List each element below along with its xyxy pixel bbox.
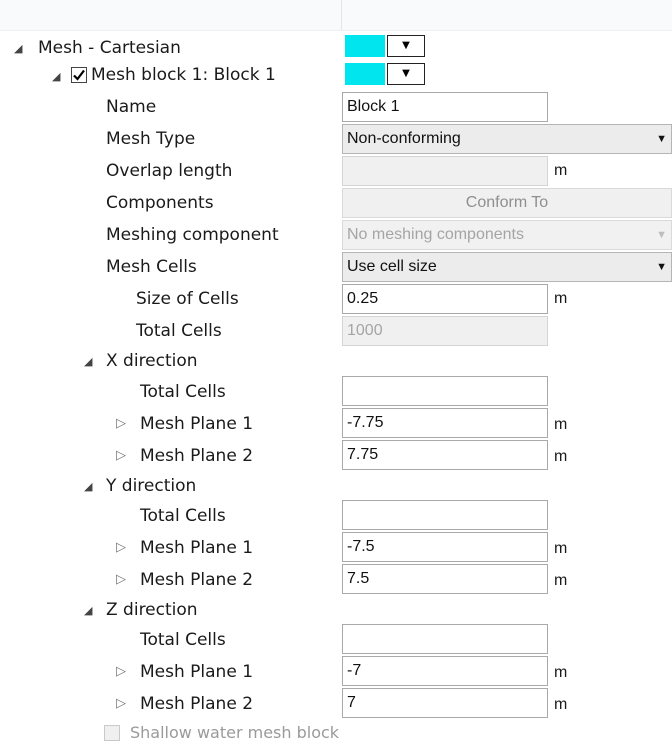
z-mesh-plane-1-unit: m — [554, 664, 568, 681]
name-field[interactable]: Block 1 — [342, 92, 548, 122]
dropdown-arrow-icon: ▼ — [656, 229, 667, 241]
z-mesh-plane-2-field[interactable]: 7 — [342, 688, 548, 718]
x-mesh-plane-2-field[interactable]: 7.75 — [342, 440, 548, 470]
z-mesh-plane-2-unit: m — [554, 696, 568, 713]
dropdown-arrow-icon: ▼ — [402, 40, 410, 51]
total-cells-field: 1000 — [342, 316, 548, 346]
expand-triangle-icon[interactable]: ◢ — [84, 476, 92, 498]
checkmark-icon — [73, 69, 85, 81]
x-total-cells-label: Total Cells — [140, 382, 226, 402]
dropdown-arrow-icon: ▼ — [402, 68, 410, 79]
collapse-triangle-icon[interactable]: ▷ — [116, 569, 126, 591]
y-total-cells-field[interactable] — [342, 500, 548, 530]
mesh-cells-dropdown[interactable]: Use cell size ▼ — [342, 252, 672, 282]
header-bar — [0, 0, 672, 31]
mesh-block-checkbox[interactable] — [71, 67, 87, 83]
color-dropdown-button[interactable]: ▼ — [387, 63, 425, 85]
column-separator — [341, 0, 342, 30]
mesh-type-dropdown[interactable]: Non-conforming ▼ — [342, 124, 672, 154]
y-direction-label: Y direction — [106, 476, 197, 496]
color-swatch — [345, 63, 385, 85]
y-total-cells-label: Total Cells — [140, 506, 226, 526]
mesh-root-label: Mesh - Cartesian — [38, 38, 181, 58]
z-direction-label: Z direction — [106, 600, 198, 620]
x-total-cells-field[interactable] — [342, 376, 548, 406]
mesh-cells-label: Mesh Cells — [106, 257, 197, 277]
color-dropdown-button[interactable]: ▼ — [387, 35, 425, 57]
x-mesh-plane-1-label: Mesh Plane 1 — [140, 414, 254, 434]
name-label: Name — [106, 97, 157, 117]
collapse-triangle-icon[interactable]: ▷ — [116, 537, 126, 559]
shallow-water-label: Shallow water mesh block — [130, 723, 340, 742]
dropdown-arrow-icon: ▼ — [656, 261, 667, 273]
y-mesh-plane-1-field[interactable]: -7.5 — [342, 532, 548, 562]
x-mesh-plane-2-unit: m — [554, 448, 568, 465]
dropdown-arrow-icon: ▼ — [656, 133, 667, 145]
meshing-component-dropdown: No meshing components ▼ — [342, 220, 672, 250]
x-mesh-plane-1-unit: m — [554, 416, 568, 433]
conform-to-button: Conform To — [342, 188, 672, 218]
overlap-length-unit: m — [554, 162, 568, 179]
overlap-length-field — [342, 156, 548, 186]
shallow-water-checkbox — [104, 725, 120, 741]
expand-triangle-icon[interactable]: ◢ — [52, 66, 60, 88]
mesh-block-label: Mesh block 1: Block 1 — [91, 65, 276, 85]
size-of-cells-unit: m — [554, 290, 568, 307]
z-total-cells-label: Total Cells — [140, 630, 226, 650]
meshing-component-label: Meshing component — [106, 225, 279, 245]
y-mesh-plane-2-label: Mesh Plane 2 — [140, 570, 254, 590]
size-of-cells-label: Size of Cells — [136, 289, 239, 309]
z-mesh-plane-2-label: Mesh Plane 2 — [140, 694, 254, 714]
x-mesh-plane-1-field[interactable]: -7.75 — [342, 408, 548, 438]
y-mesh-plane-1-label: Mesh Plane 1 — [140, 538, 254, 558]
mesh-cells-value: Use cell size — [347, 258, 437, 275]
color-swatch — [345, 35, 385, 57]
collapse-triangle-icon[interactable]: ▷ — [116, 661, 126, 683]
components-label: Components — [106, 193, 214, 213]
mesh-root-color-picker[interactable]: ▼ — [345, 35, 427, 57]
overlap-length-label: Overlap length — [106, 161, 233, 181]
expand-triangle-icon[interactable]: ◢ — [84, 600, 92, 622]
mesh-block-color-picker[interactable]: ▼ — [345, 63, 427, 85]
meshing-component-value: No meshing components — [347, 226, 524, 243]
y-mesh-plane-2-unit: m — [554, 572, 568, 589]
x-direction-label: X direction — [106, 351, 198, 371]
z-total-cells-field[interactable] — [342, 624, 548, 654]
size-of-cells-field[interactable]: 0.25 — [342, 284, 548, 314]
y-mesh-plane-1-unit: m — [554, 540, 568, 557]
total-cells-label: Total Cells — [136, 321, 222, 341]
mesh-type-value: Non-conforming — [347, 130, 461, 147]
collapse-triangle-icon[interactable]: ▷ — [116, 413, 126, 435]
z-mesh-plane-1-label: Mesh Plane 1 — [140, 662, 254, 682]
collapse-triangle-icon[interactable]: ▷ — [116, 445, 126, 467]
z-mesh-plane-1-field[interactable]: -7 — [342, 656, 548, 686]
collapse-triangle-icon[interactable]: ▷ — [116, 693, 126, 715]
expand-triangle-icon[interactable]: ◢ — [84, 351, 92, 373]
mesh-type-label: Mesh Type — [106, 129, 196, 149]
expand-triangle-icon[interactable]: ◢ — [14, 38, 22, 60]
x-mesh-plane-2-label: Mesh Plane 2 — [140, 446, 254, 466]
y-mesh-plane-2-field[interactable]: 7.5 — [342, 564, 548, 594]
